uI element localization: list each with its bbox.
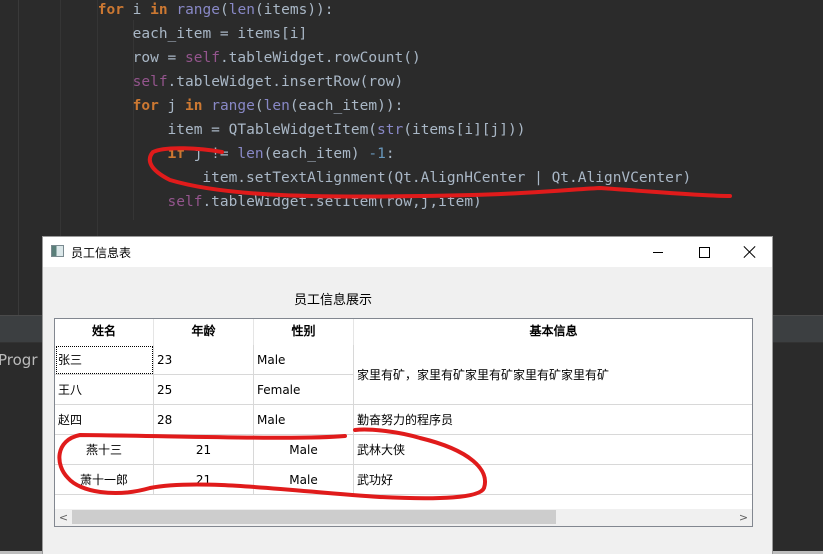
code-token: len xyxy=(228,2,255,18)
table-cell-gender[interactable]: Male xyxy=(254,405,354,435)
code-token: (items)): xyxy=(254,2,334,18)
code-token: -1 xyxy=(368,146,386,162)
employee-table[interactable]: 姓名 年龄 性别 基本信息 张三 23 Male 家里有矿，家里有矿家里有矿家里有矿家… xyxy=(54,318,753,527)
code-token: (each_item)): xyxy=(289,98,404,114)
code-token: ( xyxy=(254,98,264,114)
table-cell-age[interactable]: 25 xyxy=(154,375,254,405)
table-cell-age[interactable]: 21 xyxy=(154,435,254,465)
gutter-divider xyxy=(18,0,19,315)
code-line: if j != len(each_item) -1: xyxy=(168,144,395,168)
table-cell-name[interactable]: 张三 xyxy=(55,345,154,375)
code-token: for xyxy=(132,98,168,114)
code-token: len xyxy=(263,98,290,114)
code-token: range xyxy=(211,98,255,114)
code-line: self.tableWidget.insertRow(row) xyxy=(133,72,404,96)
table-cell-age[interactable]: 23 xyxy=(154,345,254,375)
code-token: for xyxy=(97,2,133,18)
table-cell-name[interactable]: 王八 xyxy=(55,375,154,405)
code-line: item = QTableWidgetItem(str(items[i][j])… xyxy=(168,120,526,144)
app-window-icon xyxy=(51,245,64,257)
close-button[interactable] xyxy=(727,237,773,267)
table-cell-info[interactable]: 勤奋努力的程序员 xyxy=(354,405,752,435)
table-cell-age[interactable]: 21 xyxy=(154,465,254,495)
window-title: 员工信息表 xyxy=(71,246,132,260)
panel-label: Progr xyxy=(0,351,38,369)
title-bar[interactable]: 员工信息表 xyxy=(43,237,772,267)
code-token: item.setTextAlignment(Qt.AlignHCenter | … xyxy=(202,170,692,186)
code-line: item.setTextAlignment(Qt.AlignHCenter | … xyxy=(202,168,691,192)
code-token: if xyxy=(167,146,194,162)
code-line: row = self.tableWidget.rowCount() xyxy=(133,48,421,72)
code-token: self xyxy=(185,50,220,66)
code-token: self xyxy=(167,194,203,210)
table-cell-gender[interactable]: Male xyxy=(254,435,354,465)
table-cell-info[interactable]: 武功好 xyxy=(354,465,752,495)
table-cell-name[interactable]: 赵四 xyxy=(55,405,154,435)
table-cell-info[interactable]: 武林大侠 xyxy=(354,435,752,465)
code-line: for j in range(len(each_item)): xyxy=(133,96,404,120)
minimize-icon xyxy=(653,251,663,253)
code-line: each_item = items[i] xyxy=(133,24,308,48)
scroll-left-arrow-icon[interactable]: < xyxy=(55,509,72,526)
code-token: j != xyxy=(193,146,238,162)
scroll-right-arrow-icon[interactable]: > xyxy=(735,509,752,526)
code-token: j xyxy=(167,98,186,114)
code-token: .tableWidget.rowCount() xyxy=(219,50,421,66)
column-header-age[interactable]: 年龄 xyxy=(154,319,254,345)
column-header-info[interactable]: 基本信息 xyxy=(354,319,752,345)
code-token: in xyxy=(150,2,177,18)
maximize-icon xyxy=(698,246,710,258)
table-cell-age[interactable]: 28 xyxy=(154,405,254,435)
code-token: range xyxy=(176,2,220,18)
code-token: len xyxy=(237,146,264,162)
code-token: ( xyxy=(220,2,229,18)
table-heading: 员工信息展示 xyxy=(293,293,372,308)
scrollbar-thumb[interactable] xyxy=(72,510,556,524)
code-token: : xyxy=(385,146,395,162)
table-cell-gender[interactable]: Male xyxy=(254,465,354,495)
minimize-button[interactable] xyxy=(635,237,681,267)
code-token: (items[i][j])) xyxy=(403,122,526,138)
code-token: .tableWidget.insertRow(row) xyxy=(167,74,404,90)
table-cell-info[interactable]: 家里有矿，家里有矿家里有矿家里有矿家里有矿 xyxy=(354,345,752,405)
horizontal-scrollbar[interactable]: < > xyxy=(55,509,752,526)
code-line: self.tableWidget.setItem(row,j,item) xyxy=(168,192,482,216)
table-cell-gender[interactable]: Male xyxy=(254,345,354,375)
code-token: in xyxy=(185,98,212,114)
table-cell-name[interactable]: 燕十三 xyxy=(55,435,154,465)
code-token: row = xyxy=(132,50,186,66)
code-token: str xyxy=(377,122,404,138)
code-token: (each_item) xyxy=(263,146,369,162)
table-cell-gender[interactable]: Female xyxy=(254,375,354,405)
column-header-name[interactable]: 姓名 xyxy=(55,319,154,345)
code-line: for i in range(len(items)): xyxy=(98,0,334,24)
code-token: item = QTableWidgetItem( xyxy=(167,122,378,138)
code-token: self xyxy=(132,74,168,90)
code-token: i xyxy=(132,2,151,18)
employee-info-window: 员工信息表 员工信息展示 姓名 年龄 性别 基本信息 张三 23 Male 家里有矿，… xyxy=(42,236,773,554)
column-header-gender[interactable]: 性别 xyxy=(254,319,354,345)
code-token: .tableWidget.setItem(row,j,item) xyxy=(202,194,482,210)
close-icon xyxy=(744,246,756,258)
table-cell-name[interactable]: 萧十一郎 xyxy=(55,465,154,495)
maximize-button[interactable] xyxy=(681,237,727,267)
code-token: each_item = items[i] xyxy=(132,26,308,42)
